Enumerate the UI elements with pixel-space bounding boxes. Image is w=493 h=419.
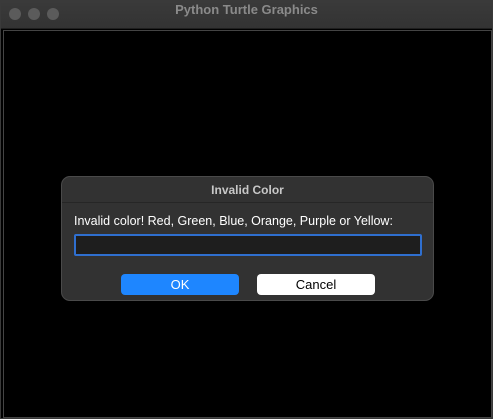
- window-title: Python Turtle Graphics: [175, 2, 318, 17]
- turtle-window: Python Turtle Graphics Invalid Color Inv…: [0, 0, 493, 419]
- color-input[interactable]: [74, 234, 422, 256]
- cancel-button[interactable]: Cancel: [257, 274, 375, 295]
- dialog-title: Invalid Color: [211, 183, 284, 197]
- ok-button[interactable]: OK: [121, 274, 239, 295]
- invalid-color-dialog: Invalid Color Invalid color! Red, Green,…: [61, 176, 434, 301]
- title-bar[interactable]: Python Turtle Graphics: [1, 1, 492, 29]
- dialog-prompt: Invalid color! Red, Green, Blue, Orange,…: [74, 214, 393, 228]
- dialog-divider: [62, 202, 433, 203]
